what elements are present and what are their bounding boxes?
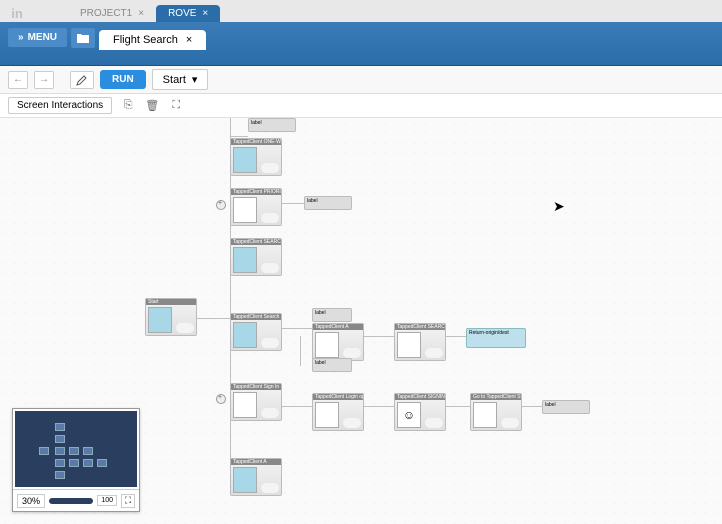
chevron-down-icon: ▾ bbox=[192, 73, 198, 86]
flow-node-start[interactable]: Start bbox=[145, 298, 197, 336]
connector-plus-icon[interactable] bbox=[216, 394, 226, 404]
minimap-controls: 30% 100 ⛶ bbox=[13, 489, 139, 511]
mouse-cursor-icon: ➤ bbox=[553, 198, 565, 215]
connector-line bbox=[364, 336, 394, 337]
minimap-node bbox=[83, 447, 93, 455]
minimap[interactable]: 30% 100 ⛶ bbox=[12, 408, 140, 512]
back-button[interactable]: ← bbox=[8, 71, 28, 89]
flow-label-highlight[interactable]: Return-origin/dest bbox=[466, 328, 526, 348]
minimap-node bbox=[55, 447, 65, 455]
flow-label[interactable]: label bbox=[542, 400, 590, 414]
chevron-right-icon: » bbox=[18, 32, 24, 43]
start-label: Start bbox=[163, 74, 186, 86]
menu-button[interactable]: » MENU bbox=[8, 28, 67, 47]
flow-node[interactable]: TappedClient ONE-WAY bbox=[230, 138, 282, 176]
minimap-node bbox=[55, 423, 65, 431]
edit-icon[interactable] bbox=[70, 71, 94, 89]
minimap-view[interactable] bbox=[15, 411, 137, 487]
minimap-node bbox=[55, 435, 65, 443]
connector-line bbox=[282, 406, 312, 407]
tab-label: PROJECT1 bbox=[80, 8, 132, 19]
flow-node[interactable]: TappedClient SEARCH bbox=[230, 238, 282, 276]
connector-line bbox=[195, 318, 230, 319]
toolbar: ← → RUN Start ▾ bbox=[0, 66, 722, 94]
minimap-node bbox=[69, 447, 79, 455]
flow-node[interactable]: TappedClient SEARCH bbox=[394, 323, 446, 361]
tab-label: ROVE bbox=[168, 8, 196, 19]
flow-node[interactable]: TappedClient SIGNIN ☺ bbox=[394, 393, 446, 431]
top-tab-rove[interactable]: ROVE × bbox=[156, 5, 220, 22]
flow-node[interactable]: TappedClient A bbox=[230, 458, 282, 496]
minimap-node bbox=[97, 459, 107, 467]
connector-line bbox=[282, 203, 304, 204]
sub-tab-flight-search[interactable]: Flight Search × bbox=[99, 30, 206, 50]
connector-line bbox=[300, 336, 301, 366]
minimap-node bbox=[39, 447, 49, 455]
zoom-slider[interactable] bbox=[49, 498, 93, 504]
flow-label[interactable]: label bbox=[248, 118, 296, 132]
screen-interactions-label[interactable]: Screen Interactions bbox=[8, 97, 112, 114]
flow-label[interactable]: label bbox=[304, 196, 352, 210]
minimap-node bbox=[69, 459, 79, 467]
flow-node[interactable]: TappedClient Login option bbox=[312, 393, 364, 431]
top-tab-bar: in PROJECT1 × ROVE × bbox=[0, 0, 722, 22]
flow-label[interactable]: label bbox=[312, 308, 352, 322]
flow-node[interactable]: TappedClient PRIORITY bbox=[230, 188, 282, 226]
sub-tab-label: Flight Search bbox=[113, 34, 178, 46]
second-toolbar: Screen Interactions ⎘ 🗑 ⛶ bbox=[0, 94, 722, 118]
zoom-value[interactable]: 30% bbox=[17, 494, 45, 508]
close-icon[interactable]: × bbox=[186, 34, 192, 46]
delete-icon[interactable]: 🗑 bbox=[144, 98, 160, 114]
blue-bar: » MENU Flight Search × bbox=[0, 22, 722, 66]
forward-button[interactable]: → bbox=[34, 71, 54, 89]
zoom-100-button[interactable]: 100 bbox=[97, 495, 117, 506]
expand-icon[interactable]: ⛶ bbox=[168, 98, 184, 114]
close-icon[interactable]: × bbox=[138, 8, 144, 19]
connector-plus-icon[interactable] bbox=[216, 200, 226, 210]
flow-node[interactable]: TappedClient Search bbox=[230, 313, 282, 351]
start-dropdown[interactable]: Start ▾ bbox=[152, 69, 209, 90]
connector-line bbox=[282, 328, 312, 329]
connector-line bbox=[522, 406, 542, 407]
menu-label: MENU bbox=[28, 32, 57, 43]
connector-line bbox=[446, 336, 466, 337]
close-icon[interactable]: × bbox=[202, 8, 208, 19]
connector-line bbox=[230, 136, 248, 137]
run-button[interactable]: RUN bbox=[100, 70, 146, 89]
connector-line bbox=[446, 406, 470, 407]
connector-line bbox=[364, 406, 394, 407]
flow-label[interactable]: label bbox=[312, 358, 352, 372]
flow-node[interactable]: TappedClient Sign In bbox=[230, 383, 282, 421]
app-logo: in bbox=[6, 4, 28, 22]
flow-node[interactable]: TappedClient A bbox=[312, 323, 364, 361]
minimap-node bbox=[83, 459, 93, 467]
flow-node[interactable]: Go to TappedClient SEARCH delay bbox=[470, 393, 522, 431]
fullscreen-icon[interactable]: ⛶ bbox=[121, 494, 135, 508]
minimap-node bbox=[55, 471, 65, 479]
copy-icon[interactable]: ⎘ bbox=[120, 98, 136, 114]
minimap-node bbox=[55, 459, 65, 467]
folder-icon[interactable] bbox=[71, 28, 95, 48]
top-tab-project1[interactable]: PROJECT1 × bbox=[68, 5, 156, 22]
